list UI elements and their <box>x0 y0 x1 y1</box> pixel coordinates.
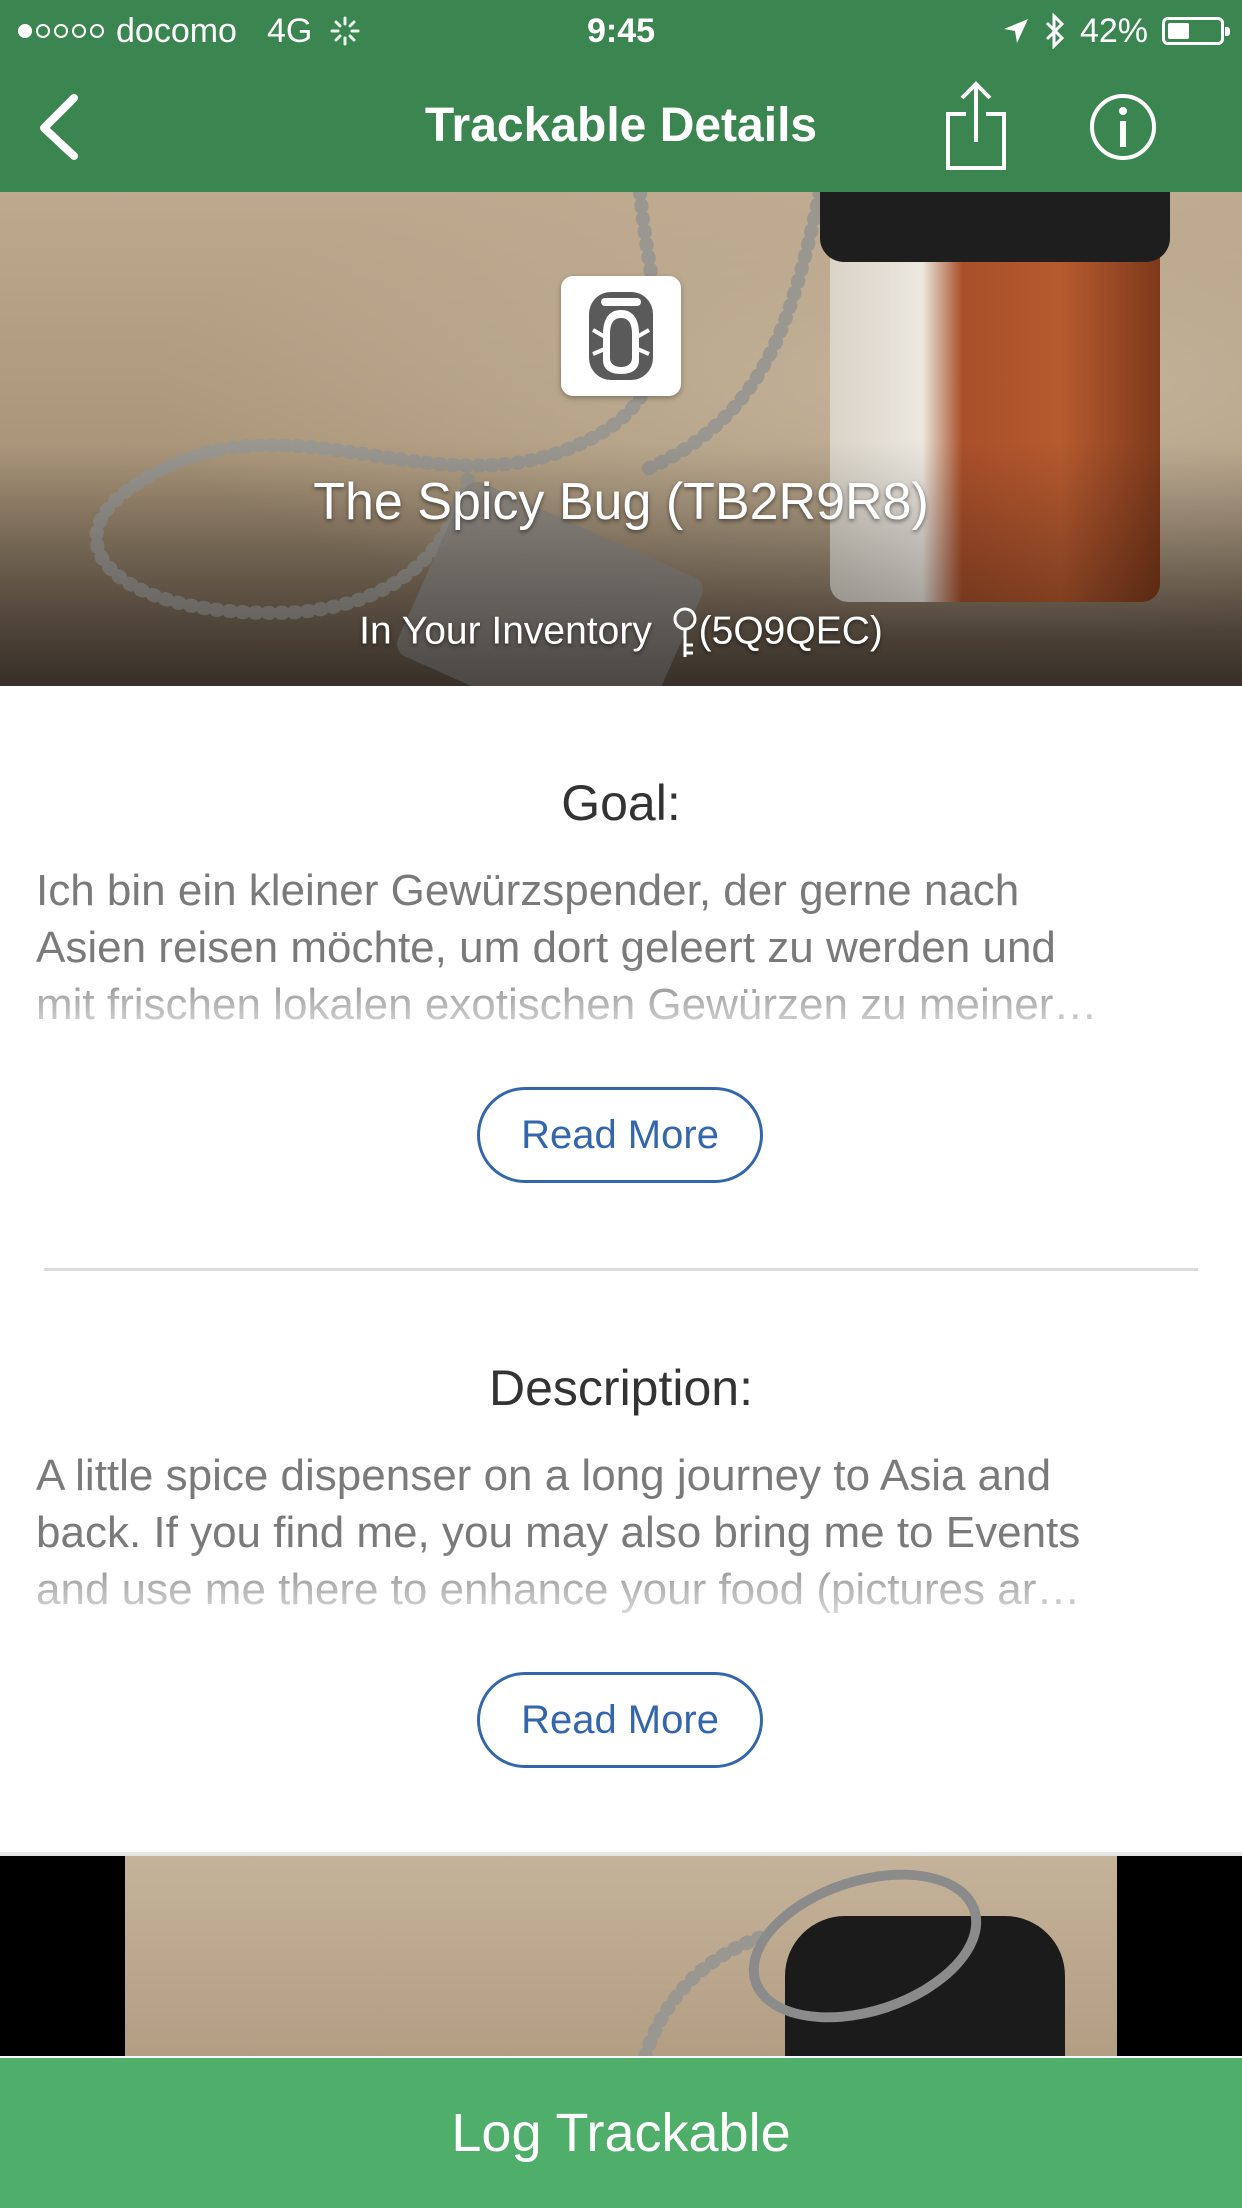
navigation-bar: Trackable Details <box>0 62 1242 192</box>
share-icon <box>946 81 1006 170</box>
description-text: A little spice dispenser on a long journ… <box>36 1447 1206 1618</box>
back-chevron-icon <box>40 94 78 160</box>
log-trackable-button[interactable]: Log Trackable <box>0 2058 1242 2208</box>
travel-bug-icon <box>589 292 653 380</box>
goal-text: Ich bin ein kleiner Gewürzspender, der g… <box>36 862 1206 1033</box>
section-divider <box>44 1268 1198 1271</box>
description-line: A little spice dispenser on a long journ… <box>36 1451 1052 1500</box>
goal-line: Ich bin ein kleiner Gewürzspender, der g… <box>36 866 1020 915</box>
trackable-photo-image <box>125 1856 1117 2056</box>
bluetooth-icon <box>1045 13 1065 49</box>
back-button[interactable] <box>30 92 100 162</box>
hero-image: The Spicy Bug (TB2R9R8) In Your Inventor… <box>0 192 1242 686</box>
trackable-type-icon <box>561 276 681 396</box>
battery-icon <box>1162 17 1230 45</box>
info-icon <box>1090 94 1156 160</box>
goal-line: mit frischen lokalen exotischen Gewürzen… <box>36 980 1098 1029</box>
goal-read-more-button[interactable]: Read More <box>477 1087 763 1183</box>
status-bar: docomo 4G 9:45 42% <box>0 0 1242 62</box>
inventory-status: In Your Inventory (5Q9QEC) <box>0 607 1242 659</box>
goal-heading: Goal: <box>561 775 681 831</box>
info-button[interactable] <box>1088 92 1158 162</box>
share-button[interactable] <box>940 80 1012 172</box>
battery-percent: 42% <box>1079 11 1148 50</box>
description-line: back. If you find me, you may also bring… <box>36 1508 1081 1557</box>
page-title: Trackable Details <box>424 99 818 152</box>
tracking-code: (5Q9QEC) <box>698 609 883 653</box>
goal-line: Asien reisen möchte, um dort geleert zu … <box>36 923 1056 972</box>
location-arrow-icon <box>1003 19 1028 43</box>
inventory-status-text: In Your Inventory <box>359 609 652 653</box>
description-line: and use me there to enhance your food (p… <box>36 1565 1081 1614</box>
description-read-more-button[interactable]: Read More <box>477 1672 763 1768</box>
trackable-title: The Spicy Bug (TB2R9R8) <box>313 473 929 531</box>
key-icon <box>673 607 697 657</box>
description-heading: Description: <box>489 1360 753 1416</box>
trackable-photo[interactable] <box>0 1856 1242 2056</box>
